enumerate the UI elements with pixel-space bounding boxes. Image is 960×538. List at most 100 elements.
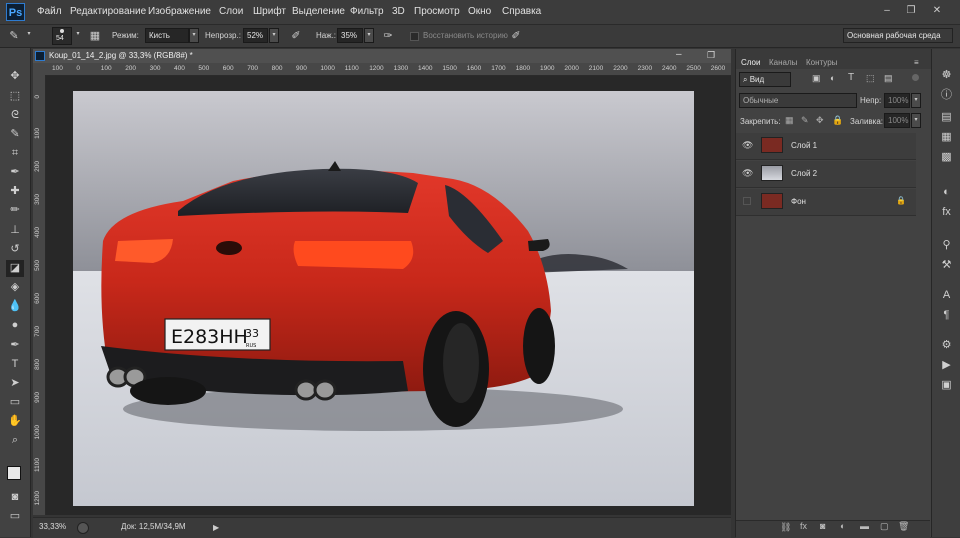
eyedropper-tool-icon[interactable]: ✒	[6, 164, 24, 181]
new-layer-icon[interactable]: ▢	[880, 521, 889, 532]
status-menu-arrow-icon[interactable]: ▶	[213, 523, 219, 532]
fx-icon[interactable]: fx	[938, 204, 955, 221]
quick-mask-icon[interactable]: ◙	[6, 489, 24, 506]
tab-channels[interactable]: Каналы	[769, 58, 797, 67]
layer-row-2[interactable]: 👁 Слой 2	[736, 161, 916, 188]
adjustment-layer-icon[interactable]: ◐	[840, 521, 845, 531]
opacity-pressure-icon[interactable]: ✐	[288, 28, 304, 44]
lock-pixels-icon[interactable]: ✎	[801, 115, 809, 126]
document-image[interactable]: E283HH 33 RUS	[73, 91, 694, 506]
add-mask-icon[interactable]: ◙	[820, 521, 825, 531]
gradient-tool-icon[interactable]: ◈	[6, 279, 24, 296]
pen-tool-icon[interactable]: ✒	[6, 337, 24, 354]
minimize-button[interactable]: –	[880, 4, 894, 18]
move-tool-icon[interactable]: ✥	[6, 68, 24, 85]
preset-dropdown-arrow-icon[interactable]: ▾	[24, 28, 34, 43]
link-layers-icon[interactable]: ⛓	[780, 522, 791, 533]
hand-tool-icon[interactable]: ✋	[6, 413, 24, 430]
styles-icon[interactable]: ▦	[938, 129, 955, 146]
menu-type[interactable]: Шрифт	[253, 6, 286, 17]
menu-help[interactable]: Справка	[502, 6, 541, 17]
menu-file[interactable]: Файл	[37, 6, 62, 17]
history-icon[interactable]: ⚙	[938, 337, 955, 354]
crop-tool-icon[interactable]: ⌗	[6, 145, 24, 162]
mode-select[interactable]: Кисть	[145, 28, 189, 43]
layer-style-icon[interactable]: fx	[800, 521, 807, 531]
info-icon[interactable]: ⓘ	[938, 87, 955, 104]
lock-all-icon[interactable]: 🔒	[832, 115, 843, 126]
adjustments-icon[interactable]: ◐	[938, 184, 955, 201]
brush-tool-icon[interactable]: ✏	[6, 202, 24, 219]
path-select-tool-icon[interactable]: ➤	[6, 375, 24, 392]
restore-history-checkbox[interactable]	[410, 32, 419, 41]
tablet-pressure-icon[interactable]: ✐	[508, 28, 524, 44]
brush-size-dropdown-icon[interactable]: ▾	[73, 28, 83, 43]
filter-pixel-icon[interactable]: ▣	[812, 73, 821, 84]
swatches-icon[interactable]: ▤	[938, 109, 955, 126]
new-group-icon[interactable]: ▬	[860, 521, 869, 531]
quick-select-tool-icon[interactable]: ✎	[6, 126, 24, 143]
menu-image[interactable]: Изображение	[148, 6, 211, 17]
fill-input[interactable]: 100%	[884, 113, 910, 128]
opacity-input[interactable]: 52%	[243, 28, 268, 43]
menu-view[interactable]: Просмотр	[414, 6, 460, 17]
blur-tool-icon[interactable]: 💧	[6, 298, 24, 315]
brush-size-picker[interactable]: 54	[52, 27, 72, 45]
history-brush-tool-icon[interactable]: ↺	[6, 241, 24, 258]
eye-icon[interactable]: 👁	[742, 140, 753, 150]
eraser-tool-icon[interactable]: ◪	[6, 260, 24, 277]
clone-stamp-tool-icon[interactable]: ⊥	[6, 222, 24, 239]
layer-row-background[interactable]: Фон 🔒	[736, 189, 916, 216]
filter-toggle-icon[interactable]	[912, 74, 919, 81]
tab-paths[interactable]: Контуры	[806, 58, 837, 67]
healing-brush-tool-icon[interactable]: ✚	[6, 183, 24, 200]
layer-row-1[interactable]: 👁 Слой 1	[736, 133, 916, 160]
tab-layers[interactable]: Слои	[741, 58, 760, 67]
lock-transparent-icon[interactable]: ▦	[785, 115, 794, 126]
color-grid-icon[interactable]: ▩	[938, 149, 955, 166]
doc-minimize-icon[interactable]: –	[676, 49, 682, 60]
zoom-level[interactable]: 33,33%	[39, 522, 66, 531]
opacity-arrow-icon[interactable]: ▾	[269, 28, 279, 43]
pressure-arrow-icon[interactable]: ▾	[364, 28, 374, 43]
lasso-tool-icon[interactable]: ᘓ	[6, 107, 24, 124]
filter-adjustment-icon[interactable]: ◐	[830, 73, 835, 83]
filter-type-icon[interactable]: T	[848, 72, 854, 83]
visibility-toggle-off[interactable]	[743, 197, 751, 205]
menu-filter[interactable]: Фильтр	[350, 6, 384, 17]
fill-arrow-icon[interactable]: ▾	[911, 113, 921, 128]
actions-icon[interactable]: ▶	[938, 357, 955, 374]
navigator-icon[interactable]: ☸	[938, 67, 955, 84]
filter-smart-object-icon[interactable]: ▤	[884, 73, 893, 84]
blend-mode-select[interactable]: Обычные	[739, 93, 857, 108]
marquee-tool-icon[interactable]: ⬚	[6, 88, 24, 105]
menu-select[interactable]: Выделение	[292, 6, 345, 17]
shape-tool-icon[interactable]: ▭	[6, 394, 24, 411]
kind-filter-select[interactable]: ⌕ Вид	[739, 72, 791, 87]
document-tab[interactable]: Koup_01_14_2.jpg @ 33,3% (RGB/8#) * – ❐ …	[33, 49, 743, 63]
tool-presets-icon[interactable]: ⚒	[938, 257, 955, 274]
close-button[interactable]: ✕	[930, 4, 944, 18]
filter-shape-icon[interactable]: ⬚	[866, 73, 875, 84]
brush-panel-icon[interactable]: ▦	[87, 28, 103, 44]
foreground-color-swatch[interactable]	[7, 466, 21, 480]
doc-restore-icon[interactable]: ❐	[707, 50, 715, 61]
brush-presets-icon[interactable]: ⚲	[938, 237, 955, 254]
menu-layers[interactable]: Слои	[219, 6, 243, 17]
screen-mode-icon[interactable]: ▭	[6, 508, 24, 525]
zoom-tool-icon[interactable]: ⌕	[6, 432, 24, 449]
restore-button[interactable]: ❐	[904, 4, 918, 18]
mode-select-arrow-icon[interactable]: ▾	[189, 28, 199, 43]
eraser-tool-preset-icon[interactable]: ✎	[6, 28, 22, 44]
lock-position-icon[interactable]: ✥	[816, 115, 824, 126]
layer-comps-icon[interactable]: ▣	[938, 377, 955, 394]
paragraph-icon[interactable]: ¶	[938, 307, 955, 324]
menu-3d[interactable]: 3D	[392, 6, 405, 17]
workspace-select[interactable]: Основная рабочая среда	[843, 28, 953, 43]
layer-opacity-input[interactable]: 100%	[884, 93, 910, 108]
delete-layer-icon[interactable]: 🗑	[898, 521, 909, 532]
status-info-icon[interactable]	[77, 522, 89, 534]
dodge-tool-icon[interactable]: ●	[6, 317, 24, 334]
character-icon[interactable]: A	[938, 287, 955, 304]
menu-window[interactable]: Окно	[468, 6, 491, 17]
